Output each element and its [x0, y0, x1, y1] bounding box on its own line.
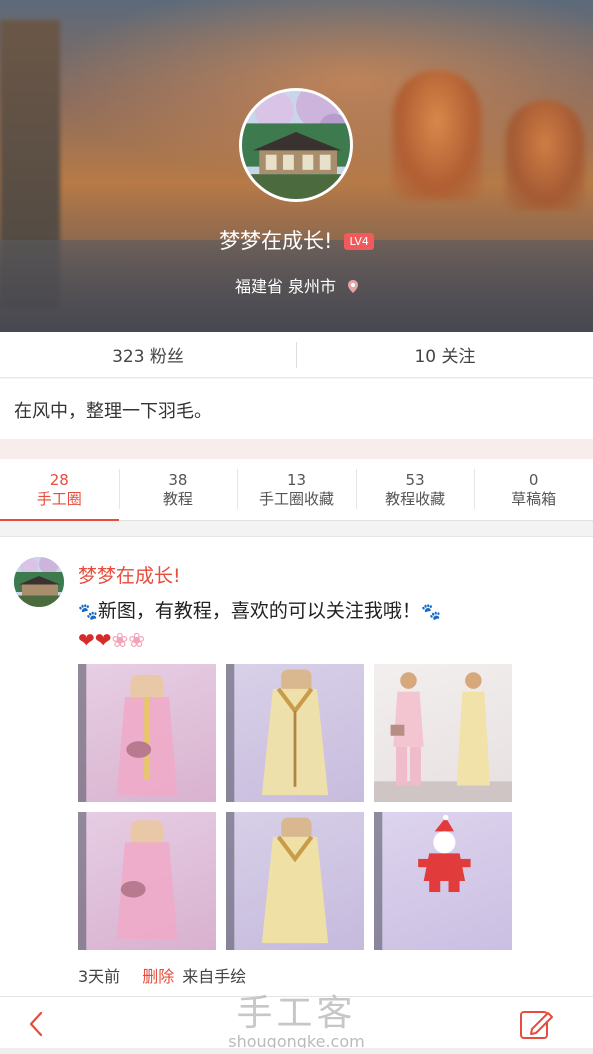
level-badge: LV4 [344, 233, 374, 250]
paw-emoji-icon: 🐾 [78, 602, 98, 621]
post-meta: 3天前 删除 来自手绘 [78, 963, 246, 987]
pink-dress-sketch-image [78, 664, 178, 802]
tab-label: 手工圈 [36, 489, 82, 508]
profile-location: 福建省 泉州市 [234, 277, 337, 296]
bottom-toolbar [0, 996, 593, 1048]
post-content: 🐾新图，有教程，喜欢的可以关注我哦！🐾 ❤❤❀❀ [78, 597, 558, 655]
profile-bio: 在风中，整理一下羽毛。 [0, 379, 593, 439]
post-image[interactable] [374, 664, 512, 802]
post-image[interactable] [78, 664, 216, 802]
paw-emoji-icon: 🐾 [420, 602, 441, 621]
next-post-peek [0, 1048, 593, 1054]
profile-header: 梦梦在成长! LV4 福建省 泉州市 [0, 0, 593, 332]
tab-label: 草稿箱 [511, 489, 557, 508]
yellow-dress-sketch-image [226, 812, 329, 950]
header-background-dome [392, 70, 482, 200]
post-image-grid [78, 664, 514, 952]
section-divider [0, 521, 593, 536]
profile-stats: 323 粉丝 10 关注 [0, 332, 593, 378]
post-card: 梦梦在成长! 🐾新图，有教程，喜欢的可以关注我哦！🐾 ❤❤❀❀ 3天前 删除 来… [0, 536, 593, 996]
profile-name-row: 梦梦在成长! LV4 [0, 225, 593, 255]
tab-drafts[interactable]: 0 草稿箱 [474, 459, 593, 520]
pink-dress-sketch-image [78, 812, 178, 950]
fans-count[interactable]: 323 粉丝 [0, 332, 296, 377]
tab-count: 53 [405, 470, 425, 489]
post-image[interactable] [226, 812, 364, 950]
tab-label: 教程 [162, 489, 193, 508]
post-image[interactable] [374, 812, 512, 950]
post-author-name[interactable]: 梦梦在成长! [78, 561, 181, 588]
back-chevron-icon[interactable] [22, 1009, 52, 1039]
tab-count: 0 [528, 470, 539, 489]
following-label: 10 关注 [414, 347, 476, 367]
profile-tabs: 28 手工圈 38 教程 13 手工圈收藏 53 教程收藏 0 草稿箱 [0, 459, 593, 521]
post-time: 3天前 [78, 967, 121, 986]
avatar-image [14, 557, 64, 607]
post-author-avatar[interactable] [14, 557, 64, 607]
tab-count: 13 [286, 470, 307, 489]
delete-button[interactable]: 删除 [142, 967, 174, 986]
header-background-dome [505, 100, 585, 210]
runway-photo-image [374, 672, 512, 802]
post-text: 新图，有教程，喜欢的可以关注我哦！ [97, 600, 421, 622]
post-image[interactable] [78, 812, 216, 950]
profile-location-row: 福建省 泉州市 [0, 273, 593, 297]
tab-label: 手工圈收藏 [258, 489, 334, 508]
tab-circle[interactable]: 28 手工圈 [0, 459, 119, 521]
profile-name: 梦梦在成长! [219, 229, 333, 253]
tab-tutorials[interactable]: 38 教程 [118, 459, 238, 520]
avatar-image [242, 91, 350, 199]
santa-sketch-image [374, 812, 471, 950]
tab-tutorial-favorites[interactable]: 53 教程收藏 [355, 459, 475, 520]
tab-label: 教程收藏 [385, 489, 446, 508]
tab-count: 38 [168, 470, 188, 489]
heart-emoji-icon: ❤ [78, 628, 95, 652]
fans-label: 323 粉丝 [112, 347, 184, 367]
flower-emoji-icon: ❀ [111, 628, 129, 652]
profile-avatar[interactable] [239, 88, 353, 202]
tab-circle-favorites[interactable]: 13 手工圈收藏 [237, 459, 356, 520]
tab-count: 28 [49, 470, 69, 489]
post-image[interactable] [226, 664, 364, 802]
section-divider [0, 439, 593, 459]
post-source: 来自手绘 [182, 967, 247, 986]
location-pin-icon [348, 280, 359, 293]
edit-icon[interactable] [518, 1007, 554, 1041]
heart-emoji-icon: ❤ [94, 628, 112, 652]
yellow-dress-sketch-image [226, 664, 329, 802]
flower-emoji-icon: ❀ [128, 628, 146, 652]
following-count[interactable]: 10 关注 [297, 332, 593, 377]
